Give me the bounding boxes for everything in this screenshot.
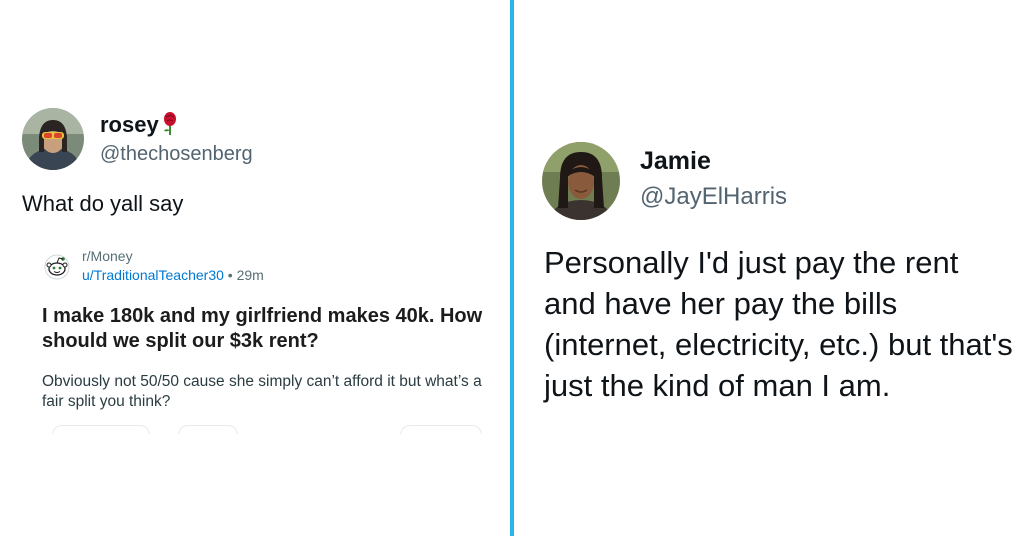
handle[interactable]: @JayElHarris xyxy=(640,182,787,212)
tweet-text: Personally I'd just pay the rent and hav… xyxy=(544,245,1013,403)
subreddit-icon xyxy=(44,254,70,280)
post-meta: u/TraditionalTeacher30 • 29m xyxy=(82,267,264,284)
post-title[interactable]: I make 180k and my girlfriend makes 40k.… xyxy=(42,304,492,354)
post-age: 29m xyxy=(236,267,264,283)
avatar[interactable] xyxy=(542,142,620,220)
display-name[interactable]: Jamie xyxy=(640,146,711,176)
subreddit-name[interactable]: r/Money xyxy=(82,248,133,265)
reddit-post-card[interactable]: r/Money u/TraditionalTeacher30 • 29m I m… xyxy=(40,244,500,434)
post-author[interactable]: u/TraditionalTeacher30 xyxy=(82,267,224,283)
display-name[interactable]: rosey xyxy=(100,112,159,138)
rose-icon xyxy=(160,112,180,136)
share-button[interactable] xyxy=(400,425,482,434)
handle[interactable]: @thechosenberg xyxy=(100,142,253,166)
post-body: Obviously not 50/50 cause she simply can… xyxy=(42,373,482,410)
meta-separator: • xyxy=(227,267,233,283)
comments-button[interactable] xyxy=(178,425,238,434)
right-tweet: Jamie @JayElHarris Personally I'd just p… xyxy=(514,0,1024,536)
tweet-text: What do yall say xyxy=(22,191,184,216)
left-tweet: rosey @thechosenberg What do yall say r/… xyxy=(0,0,510,536)
vote-button[interactable] xyxy=(52,425,150,434)
avatar[interactable] xyxy=(22,108,84,170)
